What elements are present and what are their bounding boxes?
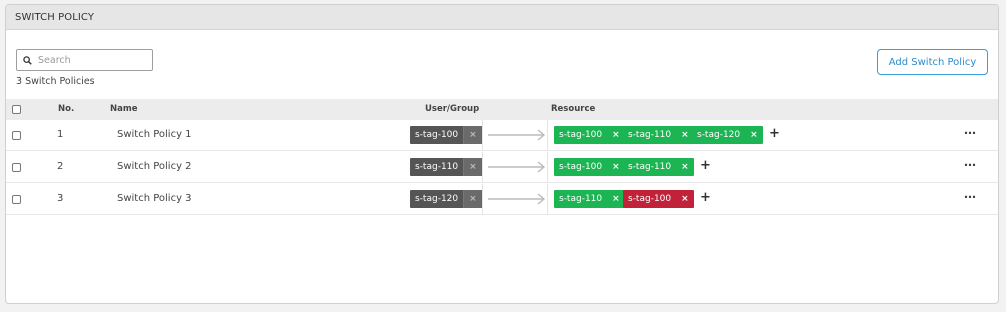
user-group-tag: s-tag-110 × xyxy=(410,158,482,176)
add-resource-icon[interactable]: + xyxy=(700,158,711,173)
row-checkbox[interactable] xyxy=(12,195,21,204)
panel-title: SWITCH POLICY xyxy=(15,11,95,23)
row-number: 2 xyxy=(57,161,64,172)
arrow-right-icon xyxy=(488,161,546,173)
table-row: 3 Switch Policy 3 s-tag-120 × s-tag-110 × s-ta… xyxy=(6,184,998,215)
resource-tag-label: s-tag-110 xyxy=(559,194,603,204)
column-divider xyxy=(482,120,483,151)
user-group-tag: s-tag-120 × xyxy=(410,190,482,208)
resource-tag-label: s-tag-100 xyxy=(628,194,672,204)
resource-tag: s-tag-110 × xyxy=(623,158,694,176)
add-resource-icon[interactable]: + xyxy=(700,190,711,205)
remove-resource-icon[interactable]: × xyxy=(676,194,694,204)
resource-tag-label: s-tag-110 xyxy=(628,130,672,140)
resource-tag: s-tag-100 × xyxy=(623,190,694,208)
resource-tag: s-tag-110 × xyxy=(554,190,625,208)
policy-name[interactable]: Switch Policy 1 xyxy=(117,129,192,140)
resource-tag-label: s-tag-120 xyxy=(697,130,741,140)
switch-policy-panel: SWITCH POLICY 3 Switch Policies Add Swit… xyxy=(5,4,999,304)
search-box[interactable] xyxy=(16,49,153,71)
column-divider xyxy=(482,152,483,183)
column-resource: Resource xyxy=(551,104,596,114)
user-group-tag: s-tag-100 × xyxy=(410,126,482,144)
add-switch-policy-button[interactable]: Add Switch Policy xyxy=(877,49,988,75)
remove-user-group-icon[interactable]: × xyxy=(463,158,482,176)
column-divider xyxy=(547,184,548,215)
select-all-checkbox[interactable] xyxy=(12,105,21,114)
column-user-group: User/Group xyxy=(425,104,480,114)
user-group-tag-label: s-tag-110 xyxy=(415,162,459,172)
resource-tag: s-tag-120 × xyxy=(692,126,763,144)
resource-tag-label: s-tag-110 xyxy=(628,162,672,172)
row-checkbox[interactable] xyxy=(12,131,21,140)
policy-name[interactable]: Switch Policy 2 xyxy=(117,161,192,172)
arrow-right-icon xyxy=(488,129,546,141)
remove-resource-icon[interactable]: × xyxy=(745,130,763,140)
table-row: 1 Switch Policy 1 s-tag-100 × s-tag-100 × s-ta… xyxy=(6,120,998,151)
panel-header: SWITCH POLICY xyxy=(6,5,998,30)
column-name: Name xyxy=(110,104,138,114)
arrow-right-icon xyxy=(488,193,546,205)
user-group-tag-label: s-tag-100 xyxy=(415,130,459,140)
add-resource-icon[interactable]: + xyxy=(769,126,780,141)
policy-count: 3 Switch Policies xyxy=(16,76,95,87)
resource-tag-label: s-tag-100 xyxy=(559,130,603,140)
table-header: No. Name User/Group Resource xyxy=(6,99,998,120)
remove-user-group-icon[interactable]: × xyxy=(463,126,482,144)
row-number: 1 xyxy=(57,129,64,140)
remove-resource-icon[interactable]: × xyxy=(676,162,694,172)
search-input[interactable] xyxy=(38,54,148,66)
more-options-icon[interactable]: ⋯ xyxy=(964,126,976,140)
policy-name[interactable]: Switch Policy 3 xyxy=(117,193,192,204)
column-divider xyxy=(547,152,548,183)
resource-tag: s-tag-100 × xyxy=(554,158,625,176)
user-group-tag-label: s-tag-120 xyxy=(415,194,459,204)
row-number: 3 xyxy=(57,193,64,204)
table-row: 2 Switch Policy 2 s-tag-110 × s-tag-100 × s-ta… xyxy=(6,152,998,183)
remove-user-group-icon[interactable]: × xyxy=(463,190,482,208)
column-divider xyxy=(547,120,548,151)
more-options-icon[interactable]: ⋯ xyxy=(964,190,976,204)
search-icon xyxy=(23,55,32,65)
column-divider xyxy=(482,184,483,215)
column-no: No. xyxy=(58,104,75,114)
resource-tag: s-tag-110 × xyxy=(623,126,694,144)
row-checkbox[interactable] xyxy=(12,163,21,172)
more-options-icon[interactable]: ⋯ xyxy=(964,158,976,172)
resource-tag: s-tag-100 × xyxy=(554,126,625,144)
resource-tag-label: s-tag-100 xyxy=(559,162,603,172)
